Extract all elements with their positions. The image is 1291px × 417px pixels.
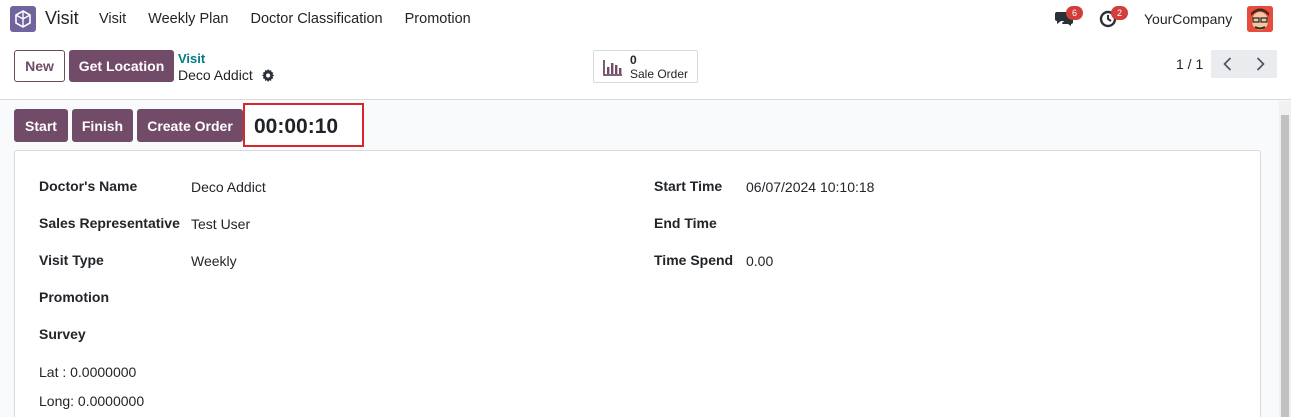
menu-item-promotion[interactable]: Promotion <box>394 0 482 38</box>
messages-button[interactable]: 6 <box>1054 6 1083 28</box>
sale-order-smart-button[interactable]: 0 Sale Order <box>593 50 698 83</box>
chevron-left-icon <box>1223 57 1232 71</box>
activities-count-badge: 2 <box>1111 6 1128 20</box>
sale-order-label: Sale Order <box>630 67 689 81</box>
record-title: Deco Addict <box>178 67 253 83</box>
timer-highlight: 00:00:10 <box>243 103 364 147</box>
finish-button[interactable]: Finish <box>72 109 133 142</box>
vertical-scrollbar[interactable] <box>1279 101 1291 417</box>
company-switcher[interactable]: YourCompany <box>1144 11 1232 27</box>
doctor-name-field[interactable]: Deco Addict <box>191 179 266 195</box>
main-menu: Visit Weekly Plan Doctor Classification … <box>88 0 482 38</box>
gear-icon[interactable] <box>262 69 275 82</box>
promotion-label: Promotion <box>39 289 109 305</box>
menu-item-doctor-classification[interactable]: Doctor Classification <box>239 0 393 38</box>
activities-button[interactable]: 2 <box>1099 6 1128 28</box>
create-order-button[interactable]: Create Order <box>137 109 243 142</box>
latitude-text: Lat : 0.0000000 <box>39 364 137 380</box>
visit-app-icon[interactable] <box>10 6 36 32</box>
menu-item-weekly-plan[interactable]: Weekly Plan <box>137 0 239 38</box>
end-time-label: End Time <box>654 215 717 231</box>
time-spend-field[interactable]: 0.00 <box>746 253 773 269</box>
start-time-field[interactable]: 06/07/2024 10:10:18 <box>746 179 874 195</box>
app-name[interactable]: Visit <box>45 8 79 29</box>
control-panel: New Get Location Visit Deco Addict 0 Sal… <box>0 38 1291 100</box>
time-spend-label: Time Spend <box>654 252 734 268</box>
visit-type-field[interactable]: Weekly <box>191 253 237 269</box>
scrollbar-thumb[interactable] <box>1281 115 1289 417</box>
pager-previous-button[interactable] <box>1211 50 1244 78</box>
menu-item-visit[interactable]: Visit <box>88 0 137 38</box>
chevron-right-icon <box>1256 57 1265 71</box>
sale-order-count: 0 <box>630 53 637 67</box>
get-location-button[interactable]: Get Location <box>69 50 174 82</box>
form-sheet: Doctor's Name Deco Addict Sales Represen… <box>14 150 1261 417</box>
avatar[interactable] <box>1247 6 1273 32</box>
longitude-text: Long: 0.0000000 <box>39 393 145 409</box>
doctor-name-label: Doctor's Name <box>39 178 138 194</box>
pager-next-button[interactable] <box>1244 50 1277 78</box>
top-navbar: Visit Visit Weekly Plan Doctor Classific… <box>0 0 1291 38</box>
start-button[interactable]: Start <box>14 109 68 142</box>
messages-count-badge: 6 <box>1066 6 1083 20</box>
start-time-label: Start Time <box>654 178 723 194</box>
bar-chart-icon <box>603 60 622 76</box>
breadcrumb[interactable]: Visit <box>178 51 205 66</box>
sales-rep-field[interactable]: Test User <box>191 216 250 232</box>
new-button[interactable]: New <box>14 50 65 82</box>
visit-timer: 00:00:10 <box>254 115 339 138</box>
visit-type-label: Visit Type <box>39 252 104 268</box>
pager-value[interactable]: 1 / 1 <box>1176 56 1203 72</box>
sales-rep-label: Sales Representative <box>39 215 180 231</box>
survey-label: Survey <box>39 326 86 342</box>
